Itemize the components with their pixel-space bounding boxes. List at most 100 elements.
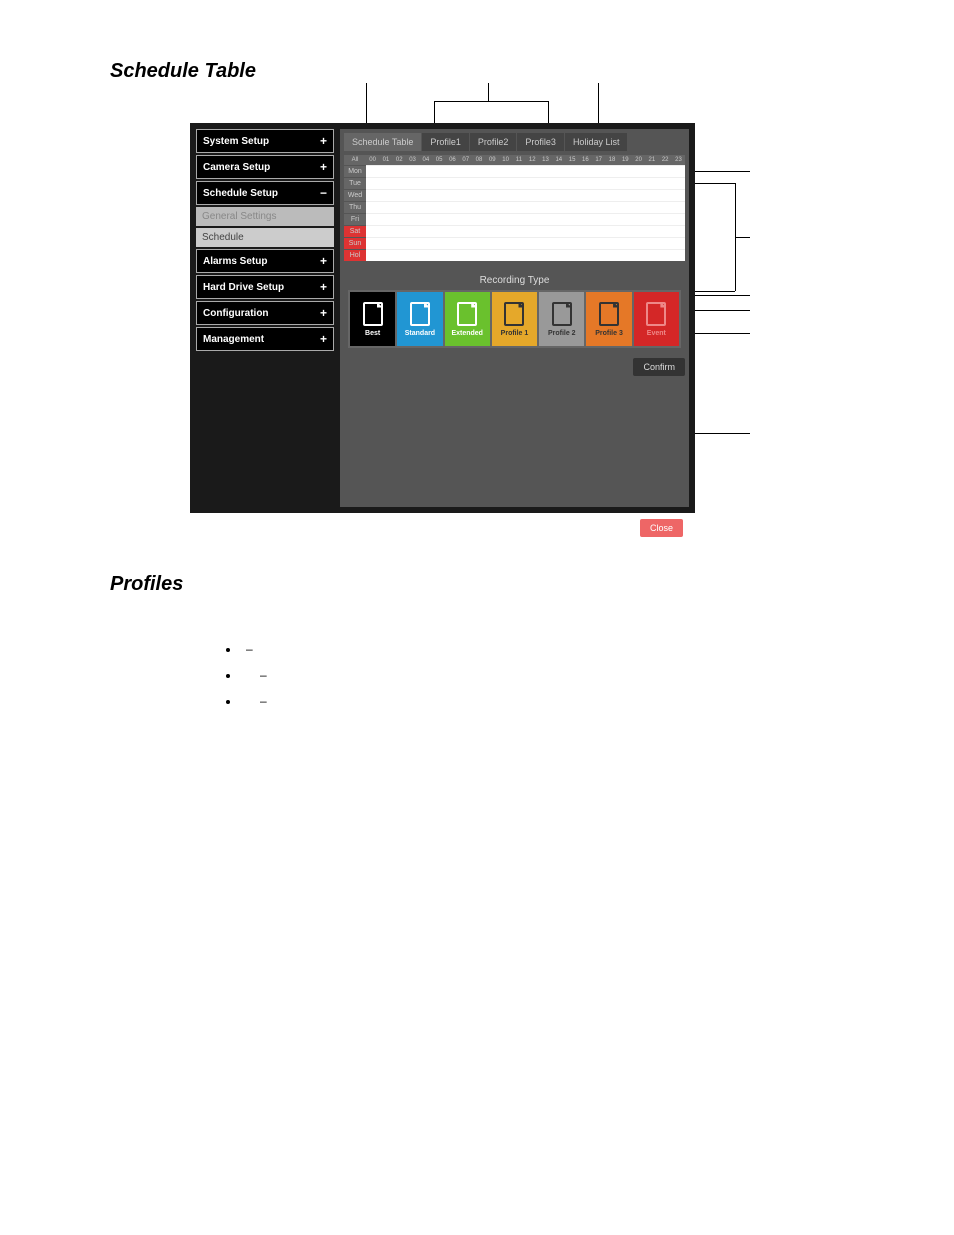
document-chart-icon	[457, 302, 477, 326]
sidebar-subitem-schedule[interactable]: Schedule	[196, 228, 334, 247]
tab-schedule-table[interactable]: Schedule Table	[344, 133, 422, 151]
sidebar-item-system-setup[interactable]: System Setup +	[196, 129, 334, 153]
hour-col: 08	[472, 155, 485, 165]
hour-col: 14	[552, 155, 565, 165]
hour-col: 01	[379, 155, 392, 165]
hour-col: 06	[446, 155, 459, 165]
sidebar-item-label: Configuration	[203, 308, 269, 319]
close-button[interactable]: Close	[640, 519, 683, 537]
day-row-sun[interactable]: Sun	[344, 237, 685, 249]
tab-profile1[interactable]: Profile1	[422, 133, 470, 151]
recording-type-list: Best Standard Extended Profile 1 Profile…	[348, 290, 681, 348]
rec-type-best[interactable]: Best	[350, 292, 395, 346]
hour-col: 20	[632, 155, 645, 165]
list-item: –	[240, 636, 844, 662]
tab-bar: Schedule Table Profile1 Profile2 Profile…	[344, 133, 685, 151]
hour-col: 19	[619, 155, 632, 165]
hour-col: 18	[605, 155, 618, 165]
app-window: System Setup + Camera Setup + Schedule S…	[190, 123, 695, 513]
tab-profile2[interactable]: Profile2	[470, 133, 518, 151]
rec-label: Standard	[405, 330, 435, 337]
day-row-thu[interactable]: Thu	[344, 201, 685, 213]
rec-type-profile3[interactable]: Profile 3	[586, 292, 631, 346]
expand-icon: +	[320, 306, 327, 320]
hour-col: 10	[499, 155, 512, 165]
sidebar-subitem-general-settings[interactable]: General Settings	[196, 207, 334, 226]
sidebar-item-label: Alarms Setup	[203, 256, 267, 267]
rec-label: Profile 1	[501, 330, 529, 337]
rec-type-profile1[interactable]: Profile 1	[492, 292, 537, 346]
day-row-fri[interactable]: Fri	[344, 213, 685, 225]
hour-header: All 00 01 02 03 04 05 06 07 08 09 10 11 …	[344, 155, 685, 165]
day-label: Hol	[344, 249, 366, 261]
rec-type-event[interactable]: Event	[634, 292, 679, 346]
hour-col: 23	[672, 155, 685, 165]
day-row-sat[interactable]: Sat	[344, 225, 685, 237]
day-label: Tue	[344, 177, 366, 189]
hour-col: 21	[645, 155, 658, 165]
hour-col: 00	[366, 155, 379, 165]
day-row-tue[interactable]: Tue	[344, 177, 685, 189]
rec-label: Best	[365, 330, 380, 337]
confirm-button[interactable]: Confirm	[633, 358, 685, 376]
expand-icon: +	[320, 134, 327, 148]
hour-col: 11	[512, 155, 525, 165]
list-item: –	[240, 688, 844, 714]
callout-lines-top	[338, 83, 688, 123]
day-label: Wed	[344, 189, 366, 201]
hour-col: 22	[659, 155, 672, 165]
document-grid-icon	[504, 302, 524, 326]
rec-type-standard[interactable]: Standard	[397, 292, 442, 346]
rec-label: Profile 3	[595, 330, 623, 337]
rec-type-profile2[interactable]: Profile 2	[539, 292, 584, 346]
day-label: Sun	[344, 237, 366, 249]
sidebar-item-label: System Setup	[203, 136, 269, 147]
tab-holiday-list[interactable]: Holiday List	[565, 133, 629, 151]
rec-label: Extended	[451, 330, 483, 337]
tab-profile3[interactable]: Profile3	[517, 133, 565, 151]
sidebar-item-hard-drive-setup[interactable]: Hard Drive Setup +	[196, 275, 334, 299]
hour-col: 13	[539, 155, 552, 165]
list-item: –	[240, 662, 844, 688]
sidebar-item-camera-setup[interactable]: Camera Setup +	[196, 155, 334, 179]
collapse-icon: −	[320, 186, 327, 200]
header-all[interactable]: All	[344, 155, 366, 165]
sidebar-item-label: Schedule Setup	[203, 188, 278, 199]
expand-icon: +	[320, 332, 327, 346]
sidebar-item-label: Management	[203, 334, 264, 345]
expand-icon: +	[320, 254, 327, 268]
expand-icon: +	[320, 160, 327, 174]
heading-schedule-table: Schedule Table	[110, 60, 844, 83]
sidebar-item-label: Hard Drive Setup	[203, 282, 284, 293]
recording-type-title: Recording Type	[348, 273, 681, 290]
schedule-grid[interactable]: All 00 01 02 03 04 05 06 07 08 09 10 11 …	[344, 155, 685, 261]
hour-col: 03	[406, 155, 419, 165]
document-star-icon	[363, 302, 383, 326]
day-row-mon[interactable]: Mon	[344, 165, 685, 177]
sidebar-item-alarms-setup[interactable]: Alarms Setup +	[196, 249, 334, 273]
hour-col: 07	[459, 155, 472, 165]
day-label: Sat	[344, 225, 366, 237]
day-row-wed[interactable]: Wed	[344, 189, 685, 201]
recording-type-section: Recording Type Best Standard Extended Pr…	[344, 269, 685, 352]
document-bars-icon	[410, 302, 430, 326]
profiles-bullet-list: – – –	[240, 636, 844, 714]
sidebar-item-management[interactable]: Management +	[196, 327, 334, 351]
rec-type-extended[interactable]: Extended	[445, 292, 490, 346]
sidebar-item-schedule-setup[interactable]: Schedule Setup −	[196, 181, 334, 205]
expand-icon: +	[320, 280, 327, 294]
day-label: Mon	[344, 165, 366, 177]
day-label: Thu	[344, 201, 366, 213]
sidebar: System Setup + Camera Setup + Schedule S…	[196, 129, 334, 507]
heading-profiles: Profiles	[110, 573, 844, 596]
hour-col: 15	[565, 155, 578, 165]
document-grid-icon	[552, 302, 572, 326]
document-alert-icon	[646, 302, 666, 326]
sidebar-item-label: Camera Setup	[203, 162, 270, 173]
hour-col: 04	[419, 155, 432, 165]
rec-label: Profile 2	[548, 330, 576, 337]
sidebar-item-configuration[interactable]: Configuration +	[196, 301, 334, 325]
document-grid-icon	[599, 302, 619, 326]
rec-label: Event	[647, 330, 666, 337]
day-row-hol[interactable]: Hol	[344, 249, 685, 261]
